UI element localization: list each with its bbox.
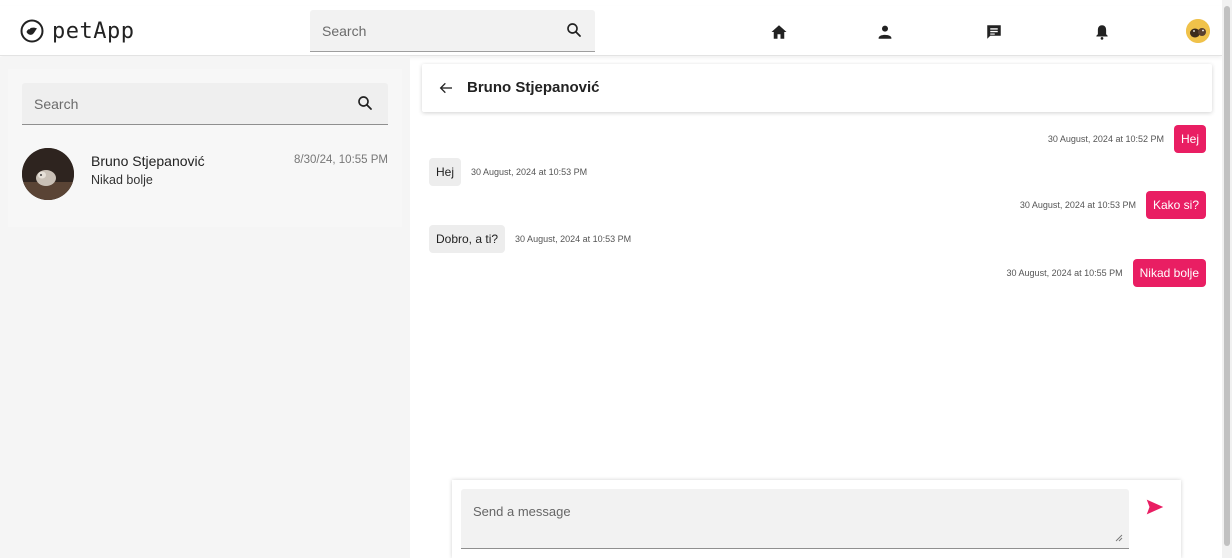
message-row-outgoing: 30 August, 2024 at 10:55 PM Nikad bolje — [1007, 259, 1206, 287]
hamster-avatar-icon — [22, 148, 74, 200]
user-avatar[interactable] — [1186, 19, 1210, 43]
message-bubble-outgoing: Nikad bolje — [1132, 259, 1206, 287]
message-timestamp: 30 August, 2024 at 10:53 PM — [515, 234, 632, 244]
arrow-back-icon[interactable] — [438, 80, 454, 96]
chat-header: Bruno Stjepanović — [422, 64, 1212, 112]
search-icon[interactable] — [565, 21, 583, 39]
message-timestamp: 30 August, 2024 at 10:52 PM — [1047, 134, 1164, 144]
message-row-incoming: Hej 30 August, 2024 at 10:53 PM — [429, 158, 587, 186]
chat-icon[interactable] — [985, 23, 1003, 41]
send-icon[interactable] — [1144, 496, 1166, 518]
conversation-timestamp: 8/30/24, 10:55 PM — [294, 154, 388, 166]
scrollbar-thumb[interactable] — [1224, 6, 1230, 546]
top-app-bar: petApp Search — [0, 6, 1222, 56]
top-search-placeholder: Search — [322, 23, 367, 39]
conversation-last-message: Nikad bolje — [91, 173, 153, 187]
conversations-sidebar: Search Bruno Stjepanović Nikad bolje 8/3… — [0, 57, 410, 558]
home-icon[interactable] — [770, 23, 788, 41]
brand[interactable]: petApp — [20, 16, 134, 46]
resize-handle-icon[interactable] — [1115, 534, 1123, 542]
page-scrollbar[interactable] — [1222, 0, 1232, 558]
paw-logo-icon — [20, 19, 44, 43]
message-row-incoming: Dobro, a ti? 30 August, 2024 at 10:53 PM — [429, 225, 631, 253]
person-icon[interactable] — [876, 23, 894, 41]
message-timestamp: 30 August, 2024 at 10:55 PM — [1006, 268, 1123, 278]
message-timestamp: 30 August, 2024 at 10:53 PM — [471, 167, 588, 177]
search-icon[interactable] — [356, 94, 374, 112]
bell-icon[interactable] — [1093, 23, 1111, 41]
message-bubble-incoming: Dobro, a ti? — [429, 225, 506, 253]
message-bubble-outgoing: Hej — [1173, 125, 1206, 153]
message-input-placeholder: Send a message — [473, 504, 571, 519]
chat-contact-name: Bruno Stjepanović — [467, 79, 600, 96]
message-input[interactable]: Send a message — [461, 489, 1129, 549]
message-bubble-incoming: Hej — [429, 158, 462, 186]
contact-avatar — [22, 148, 74, 200]
message-bubble-outgoing: Kako si? — [1145, 191, 1206, 219]
conversation-contact-name: Bruno Stjepanović — [91, 153, 205, 169]
conversation-item[interactable]: Bruno Stjepanović Nikad bolje 8/30/24, 1… — [22, 145, 388, 205]
conversation-search-placeholder: Search — [34, 96, 79, 112]
app-name: petApp — [52, 18, 135, 44]
message-timestamp: 30 August, 2024 at 10:53 PM — [1019, 200, 1136, 210]
pet-avatar-icon — [1186, 19, 1210, 43]
message-row-outgoing: 30 August, 2024 at 10:53 PM Kako si? — [1020, 191, 1206, 219]
top-search-input[interactable]: Search — [310, 10, 595, 52]
message-row-outgoing: 30 August, 2024 at 10:52 PM Hej — [1048, 125, 1206, 153]
message-composer: Send a message — [452, 480, 1181, 558]
conversation-search-input[interactable]: Search — [22, 83, 388, 125]
